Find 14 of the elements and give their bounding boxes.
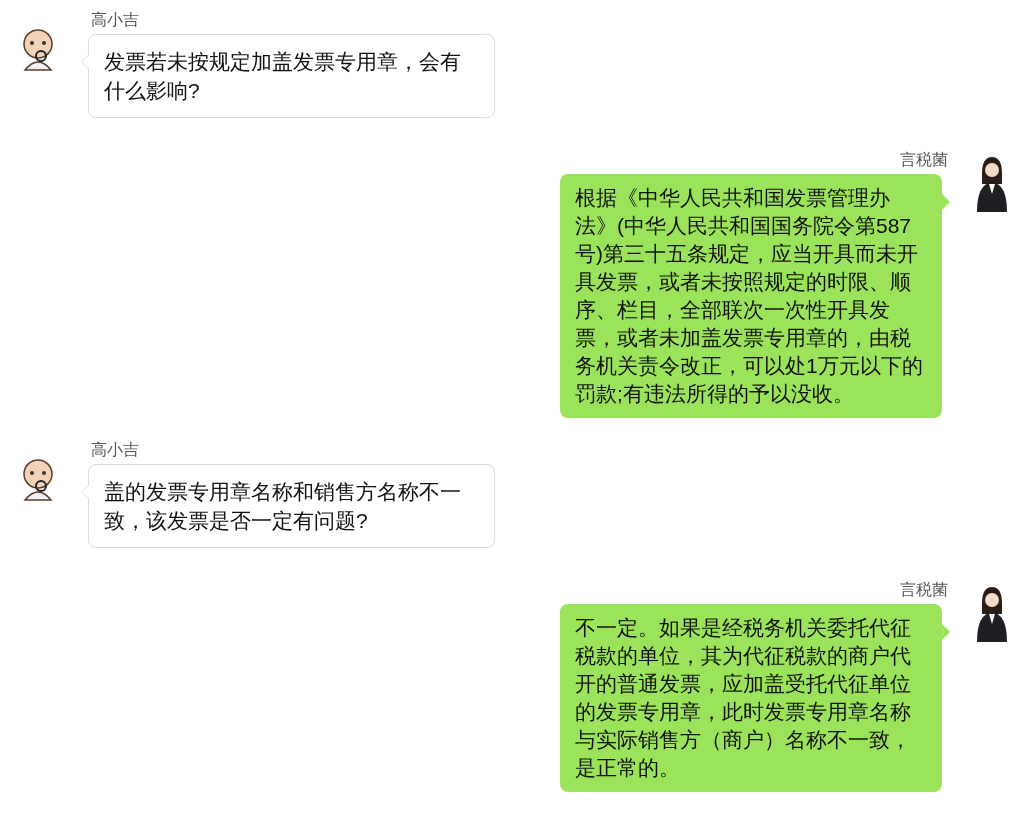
sender-name: 言税菌 — [900, 150, 948, 170]
bubble-tail-icon — [81, 484, 89, 500]
bubble-tail-icon — [942, 624, 950, 640]
avatar-icon — [974, 584, 1010, 642]
avatar-icon — [974, 154, 1010, 212]
message-bubble: 发票若未按规定加盖发票专用章，会有什么影响? — [88, 34, 495, 118]
sender-name: 高小吉 — [91, 10, 140, 30]
message-bubble: 根据《中华人民共和国发票管理办法》(中华人民共和国国务院令第587号)第三十五条规定，应当开具而未开具发票，或者未按照规定的时限、顺序、栏目，全部联次一次性开具发票，或者未加盖发票专用章的，由税务机关责令改正，可以处1万元以下的罚款;有违法所得的予以没收。 — [560, 174, 942, 418]
sender-name: 高小吉 — [91, 440, 140, 460]
sender-name: 言税菌 — [900, 580, 948, 600]
message-bubble: 盖的发票专用章名称和销售方名称不一致，该发票是否一定有问题? — [88, 464, 495, 548]
bubble-tail-icon — [81, 54, 89, 70]
message-bubble: 不一定。如果是经税务机关委托代征税款的单位，其为代征税款的商户代开的普通发票，应加盖受托代征单位的发票专用章，此时发票专用章名称与实际销售方（商户）名称不一致，是正常的。 — [560, 604, 942, 792]
bubble-tail-icon — [942, 194, 950, 210]
